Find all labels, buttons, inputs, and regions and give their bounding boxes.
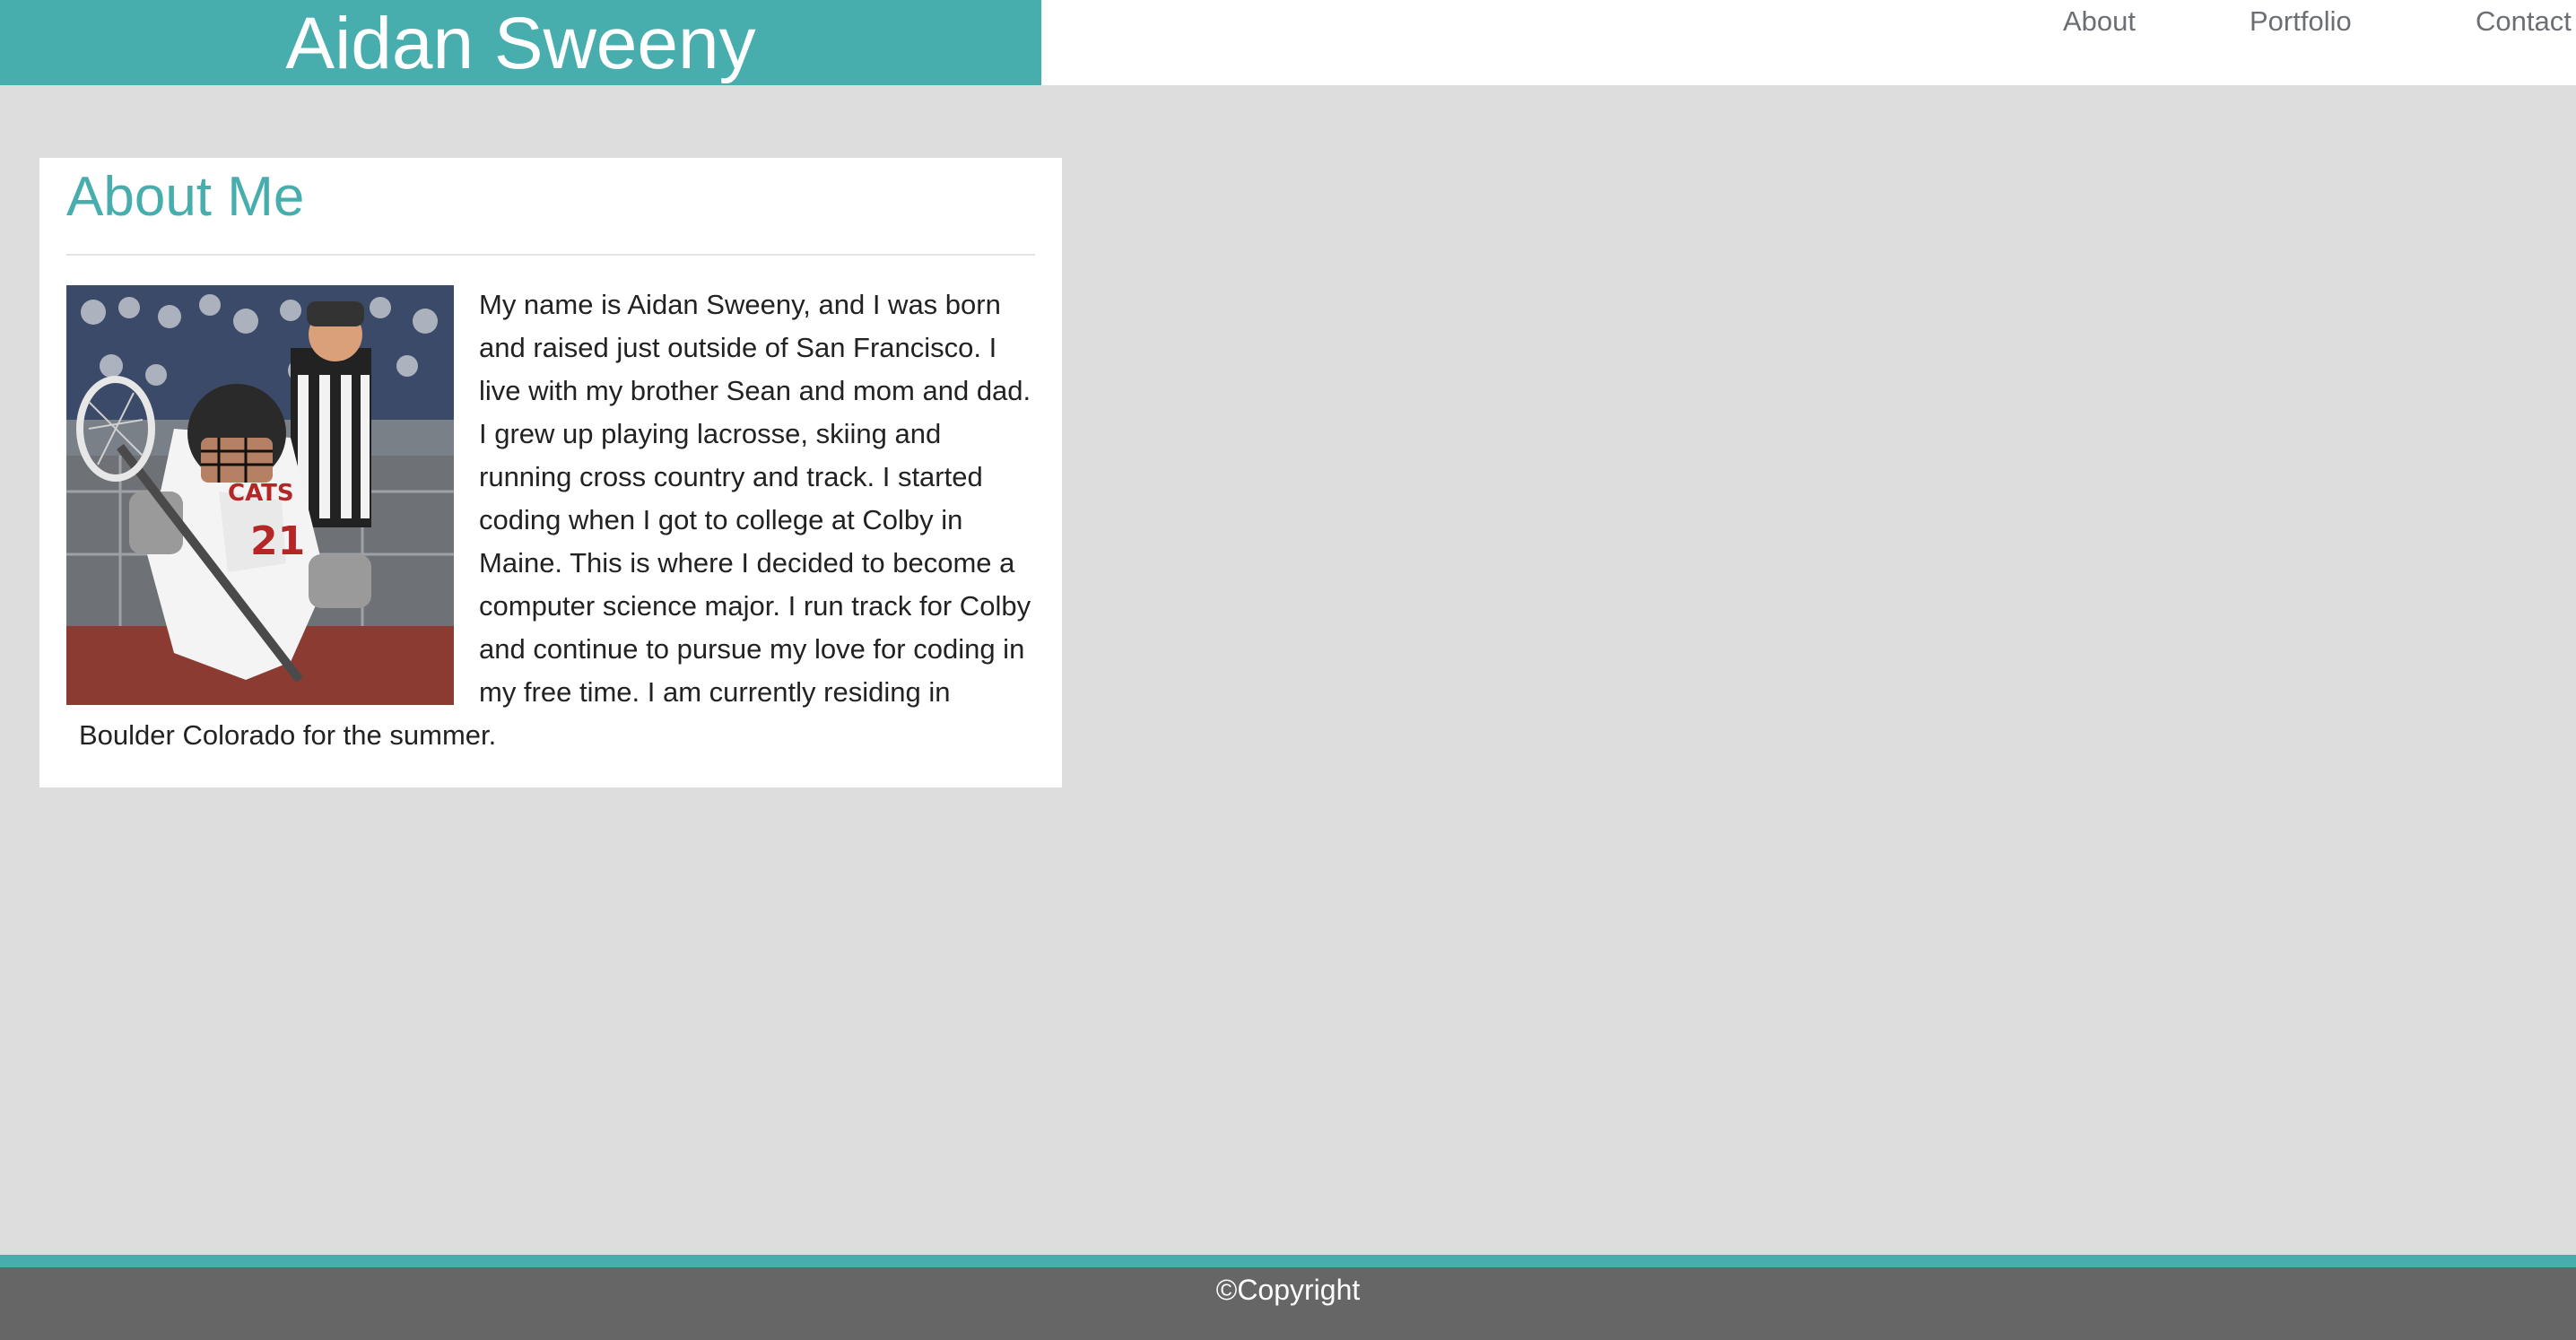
site-header: Aidan Sweeny About Portfolio Contact xyxy=(0,0,2576,85)
nav-link-contact[interactable]: Contact xyxy=(2476,5,2572,38)
about-bio: My name is Aidan Sweeny, and I was born … xyxy=(79,283,1039,757)
footer-accent-bar xyxy=(0,1255,2576,1267)
title-divider xyxy=(66,254,1035,256)
copyright-text: ©Copyright xyxy=(1215,1274,1361,1306)
brand-banner: Aidan Sweeny xyxy=(0,0,1041,85)
about-title: About Me xyxy=(66,166,305,228)
nav-link-about[interactable]: About xyxy=(2063,5,2136,38)
site-footer: ©Copyright xyxy=(0,1267,2576,1340)
nav-link-portfolio[interactable]: Portfolio xyxy=(2250,5,2352,38)
about-card: About Me 21 CATS My name is Aidan Sweeny… xyxy=(39,158,1062,787)
brand-name[interactable]: Aidan Sweeny xyxy=(285,7,755,81)
main-nav: About Portfolio Contact xyxy=(1679,0,2576,85)
page: Aidan Sweeny About Portfolio Contact Abo… xyxy=(0,0,2576,1340)
